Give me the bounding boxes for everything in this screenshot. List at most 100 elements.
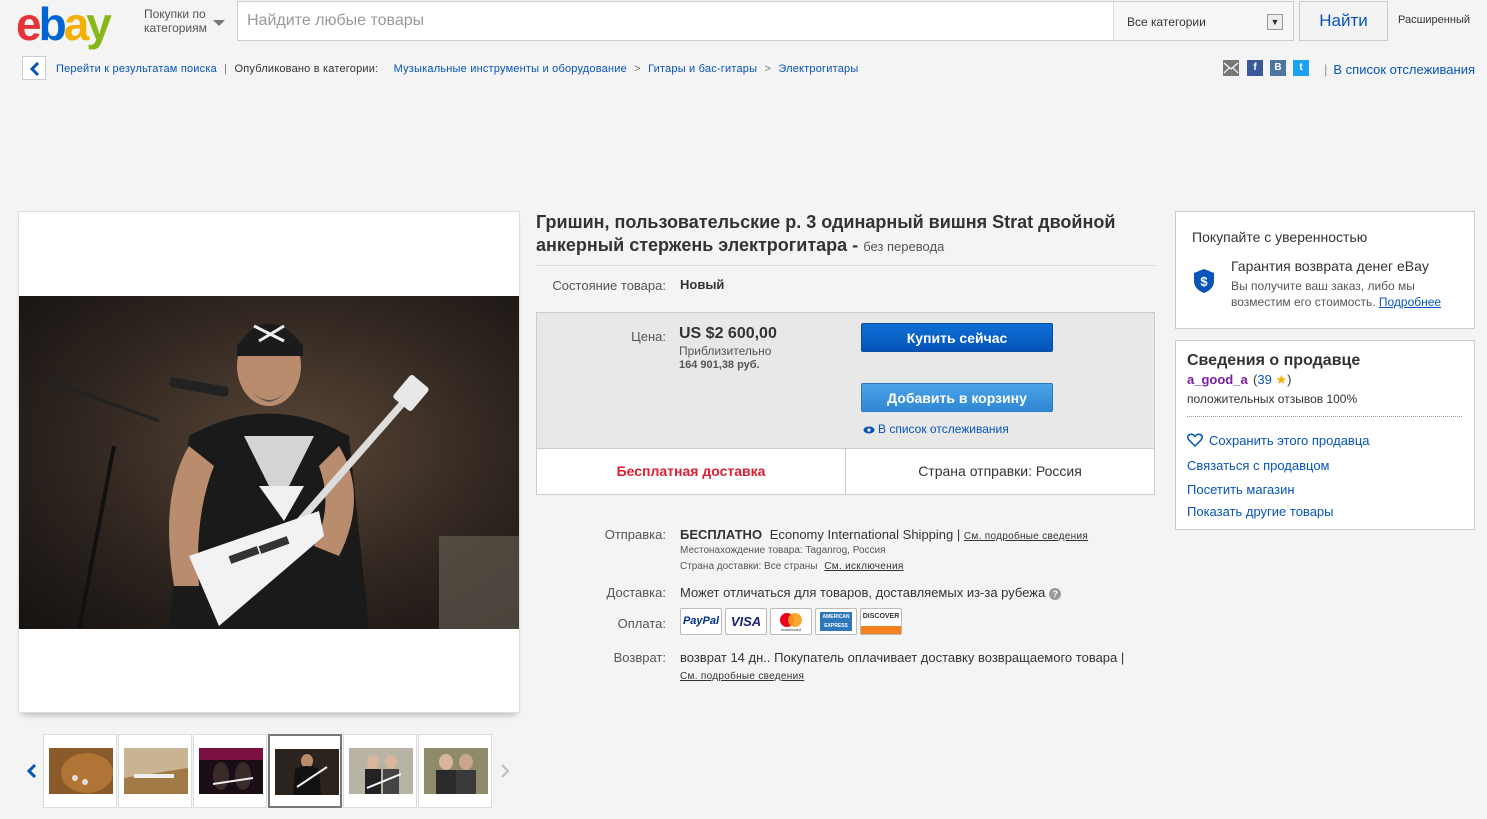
- feedback-score-link[interactable]: 39: [1257, 372, 1271, 387]
- add-to-watchlist-button[interactable]: В список отслеживания: [863, 422, 1009, 436]
- search-box: Все категории ▼: [237, 1, 1294, 41]
- score-paren: ): [1287, 372, 1292, 387]
- eye-icon: [863, 426, 875, 434]
- breadcrumb-separator: >: [634, 63, 641, 75]
- dropdown-arrow-icon[interactable]: ▼: [1267, 14, 1283, 30]
- item-title: Гришин, пользовательские р. 3 одинарный …: [536, 211, 1146, 258]
- watchlist-label: В список отслеживания: [878, 422, 1009, 436]
- returns-details: См. подробные сведения: [680, 667, 804, 682]
- exclusions-link[interactable]: См. исключения: [824, 561, 903, 572]
- published-in-label: Опубликовано в категории:: [234, 63, 379, 75]
- divider: |: [1324, 62, 1328, 77]
- thumbnail[interactable]: [343, 734, 417, 808]
- shipping-row: Бесплатная доставка Страна отправки: Рос…: [537, 448, 1154, 494]
- breadcrumb-pipe: |: [224, 63, 228, 75]
- email-icon[interactable]: [1223, 60, 1239, 76]
- delivery-label: Доставка:: [606, 585, 666, 600]
- twitter-icon[interactable]: t: [1293, 60, 1309, 76]
- thumbnail-next-button[interactable]: [498, 760, 512, 782]
- learn-more-link[interactable]: Подробнее: [1379, 295, 1441, 309]
- seller-info-title: Сведения о продавце: [1187, 352, 1361, 369]
- shipping-free: БЕСПЛАТНО: [680, 527, 763, 542]
- save-seller-button[interactable]: Сохранить этого продавца: [1186, 433, 1370, 448]
- back-button[interactable]: [22, 56, 46, 80]
- money-back-title: Гарантия возврата денег eBay: [1231, 258, 1429, 274]
- svg-text:$: $: [1200, 274, 1208, 289]
- image-panel[interactable]: [18, 211, 520, 713]
- other-items-link[interactable]: Показать другие товары: [1187, 504, 1334, 519]
- thumbnail-prev-button[interactable]: [25, 760, 39, 782]
- watchlist-top: | В список отслеживания: [1324, 62, 1475, 77]
- visit-store-link[interactable]: Посетить магазин: [1187, 482, 1295, 497]
- add-to-watchlist-link[interactable]: В список отслеживания: [1333, 62, 1475, 77]
- condition-label: Состояние товара:: [552, 278, 666, 293]
- thumbnail-image: [49, 748, 113, 794]
- seller-feedback-score: (39 ★): [1253, 372, 1291, 388]
- buy-now-button[interactable]: Купить сейчас: [861, 323, 1053, 352]
- seller-info-panel: Сведения о продавце a_good_a (39 ★) поло…: [1175, 340, 1475, 530]
- price-value: US $2 600,00: [679, 325, 777, 342]
- shipping-details-link[interactable]: См. подробные сведения: [964, 531, 1088, 542]
- ships-to: Страна доставки: Все страны См. исключен…: [680, 561, 904, 572]
- ebay-logo[interactable]: ebay: [16, 1, 112, 47]
- product-photo[interactable]: [19, 296, 519, 629]
- thumbnail-image: [349, 748, 413, 794]
- divider: [1187, 416, 1462, 417]
- save-seller-label: Сохранить этого продавца: [1209, 433, 1370, 448]
- search-input[interactable]: [238, 2, 1112, 40]
- header: ebay Покупки по категориям Все категории…: [0, 0, 1487, 47]
- back-to-results-link[interactable]: Перейти к результатам поиска: [56, 63, 217, 75]
- heart-icon: [1186, 433, 1204, 448]
- add-to-cart-button[interactable]: Добавить в корзину: [861, 383, 1053, 412]
- shipping-service: Economy International Shipping |: [769, 527, 961, 542]
- thumbnail-active[interactable]: [268, 734, 342, 808]
- category-select[interactable]: Все категории ▼: [1113, 2, 1293, 40]
- chevron-left-icon: [26, 763, 37, 779]
- chevron-down-icon[interactable]: [213, 20, 225, 26]
- advanced-search-link[interactable]: Расширенный: [1398, 14, 1470, 26]
- shipping-label: Отправка:: [604, 527, 666, 542]
- breadcrumb-item[interactable]: Электрогитары: [778, 63, 858, 75]
- breadcrumb-item[interactable]: Музыкальные инструменты и оборудование: [394, 63, 627, 75]
- approx-value: 164 901,38 руб.: [679, 359, 760, 371]
- help-icon[interactable]: ?: [1049, 588, 1062, 600]
- category-select-value: Все категории: [1127, 15, 1206, 29]
- item-subtitle: без перевода: [863, 239, 945, 254]
- breadcrumb: Перейти к результатам поиска | Опубликов…: [56, 63, 858, 75]
- payment-label: Оплата:: [617, 616, 666, 631]
- vk-icon[interactable]: B: [1270, 60, 1286, 76]
- shield-icon: $: [1194, 269, 1214, 293]
- positive-feedback: положительных отзывов 100%: [1187, 392, 1358, 406]
- confidence-title: Покупайте с уверенностью: [1192, 229, 1368, 245]
- ships-from-label: Страна отправки: Россия: [918, 463, 1082, 479]
- ships-to-text: Страна доставки: Все страны: [680, 561, 818, 572]
- seller-name-link[interactable]: a_good_a: [1187, 372, 1248, 387]
- delivery-text: Может отличаться для товаров, доставляем…: [680, 585, 1046, 600]
- facebook-icon[interactable]: f: [1247, 60, 1263, 76]
- returns-label: Возврат:: [613, 650, 666, 665]
- search-button[interactable]: Найти: [1299, 1, 1388, 41]
- money-back-desc: Вы получите ваш заказ, либо мы возместим…: [1231, 278, 1461, 310]
- thumbnail[interactable]: [43, 734, 117, 808]
- contact-seller-link[interactable]: Связаться с продавцом: [1187, 458, 1330, 473]
- mastercard-icon: mastercard: [770, 608, 812, 635]
- thumbnail-image: [199, 748, 263, 794]
- breadcrumb-item[interactable]: Гитары и бас-гитары: [648, 63, 757, 75]
- approx-label: Приблизительно: [679, 344, 772, 358]
- thumbnail[interactable]: [118, 734, 192, 808]
- star-icon: ★: [1275, 372, 1288, 387]
- breadcrumb-separator: >: [764, 63, 772, 75]
- item-title-text: Гришин, пользовательские р. 3 одинарный …: [536, 212, 1116, 255]
- shop-by-category-button[interactable]: Покупки по категориям: [144, 7, 214, 35]
- paypal-icon: PayPal: [680, 608, 722, 635]
- returns-details-link[interactable]: См. подробные сведения: [680, 671, 804, 682]
- divider: [536, 265, 1156, 266]
- thumbnail-image: [275, 749, 339, 795]
- thumbnail[interactable]: [193, 734, 267, 808]
- thumbnail[interactable]: [418, 734, 492, 808]
- chevron-left-icon: [29, 62, 40, 76]
- buy-with-confidence-panel: Покупайте с уверенностью $ Гарантия возв…: [1175, 211, 1475, 329]
- thumbnail-image: [124, 748, 188, 794]
- amex-icon: AMERICAN EXPRESS: [815, 608, 857, 635]
- item-location: Местонахождение товара: Taganrog, Россия: [680, 545, 886, 556]
